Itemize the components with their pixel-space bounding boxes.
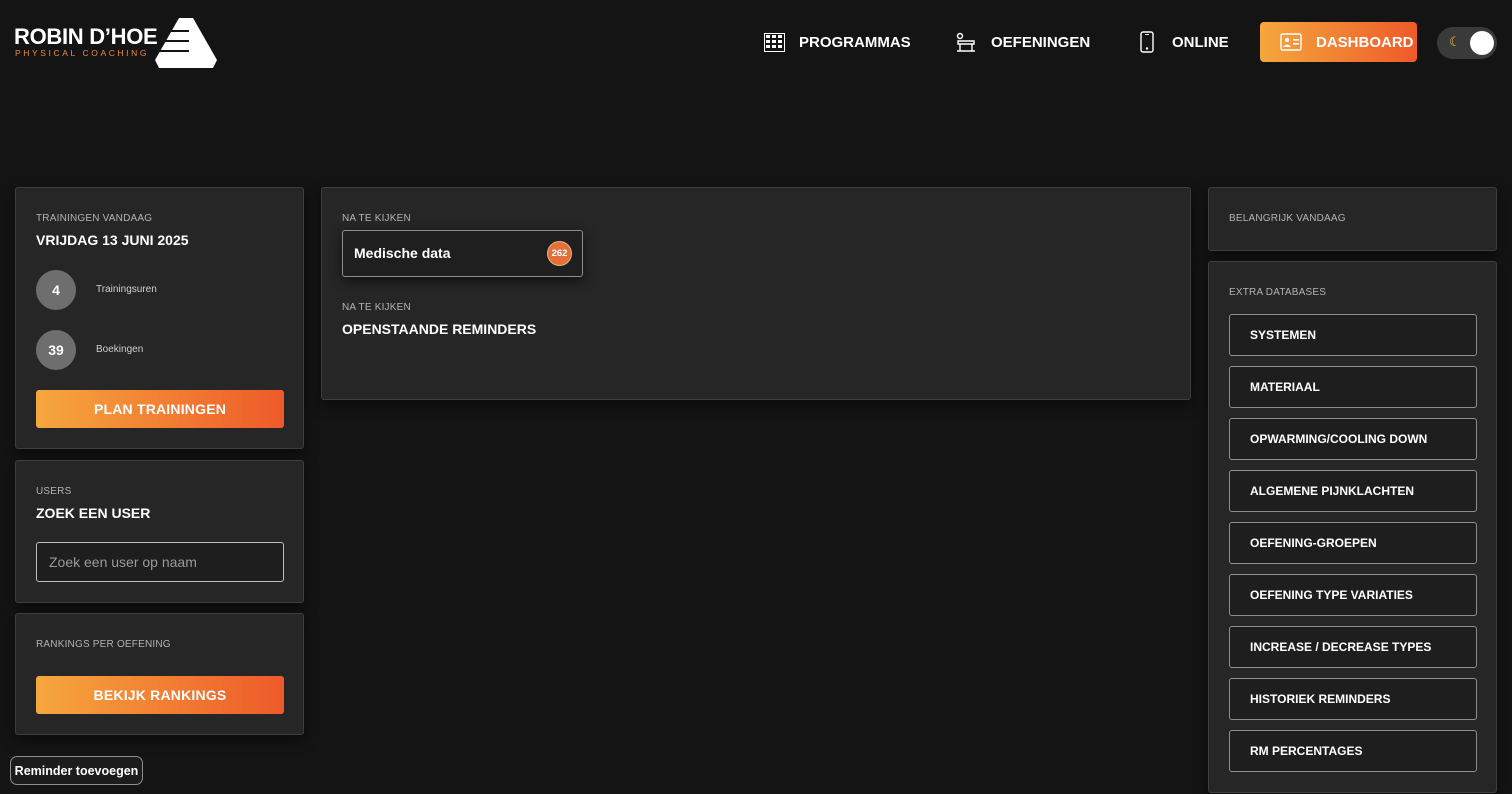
belangrijk-card: BELANGRIJK VANDAAG [1208,187,1497,251]
trainingen-date: VRIJDAG 13 JUNI 2025 [36,232,189,248]
db-rm-percentages-button[interactable]: RM PERCENTAGES [1229,730,1477,772]
medische-data-label: Medische data [354,245,451,261]
nav-online[interactable]: ONLINE [1136,22,1229,62]
users-eyebrow: USERS [36,486,72,497]
phone-icon [1136,31,1158,53]
db-type-variaties-button[interactable]: OEFENING TYPE VARIATIES [1229,574,1477,616]
trainingen-eyebrow: TRAININGEN VANDAAG [36,213,153,224]
user-search-input[interactable] [36,542,284,582]
logo-title: ROBIN D’HOE [14,24,158,49]
top-navbar: ROBIN D’HOE PHYSICAL COACHING PROGRAMMAS [0,0,1512,86]
db-pijnklachten-button[interactable]: ALGEMENE PIJNKLACHTEN [1229,470,1477,512]
plan-trainingen-button[interactable]: PLAN TRAININGEN [36,390,284,428]
stat-boekingen-label: Boekingen [96,344,144,355]
db-systemen-button[interactable]: SYSTEMEN [1229,314,1477,356]
nav-programmas[interactable]: PROGRAMMAS [763,22,911,62]
nav-dashboard[interactable]: DASHBOARD [1260,22,1417,62]
nav-programmas-label: PROGRAMMAS [799,33,911,51]
moon-icon: ☾ [1449,34,1461,49]
theme-toggle[interactable]: ☾ [1437,27,1497,59]
extra-databases-eyebrow: EXTRA DATABASES [1229,287,1327,298]
users-card: USERS ZOEK EEN USER [15,460,304,603]
nav-oefeningen[interactable]: OEFENINGEN [955,22,1090,62]
extra-databases-card: EXTRA DATABASES SYSTEMEN MATERIAAL OPWAR… [1208,261,1497,793]
bench-icon [955,31,977,53]
belangrijk-eyebrow: BELANGRIJK VANDAAG [1229,213,1346,224]
nav-online-label: ONLINE [1172,33,1229,51]
db-historiek-reminders-button[interactable]: HISTORIEK REMINDERS [1229,678,1477,720]
users-title: ZOEK EEN USER [36,505,151,521]
db-oefening-groepen-button[interactable]: OEFENING-GROEPEN [1229,522,1477,564]
rankings-eyebrow: RANKINGS PER OEFENING [36,639,171,650]
nav-dashboard-label: DASHBOARD [1316,33,1414,51]
review-card: NA TE KIJKEN Medische data 262 NA TE KIJ… [321,187,1191,400]
medische-data-count-badge: 262 [547,241,572,266]
reminder-toevoegen-button[interactable]: Reminder toevoegen [10,756,143,785]
toggle-knob [1470,31,1494,55]
calendar-grid-icon [763,31,785,53]
logo-subtitle: PHYSICAL COACHING [15,48,150,58]
db-materiaal-button[interactable]: MATERIAAL [1229,366,1477,408]
nav-oefeningen-label: OEFENINGEN [991,33,1091,51]
medische-data-button[interactable]: Medische data 262 [342,230,583,277]
db-increase-decrease-button[interactable]: INCREASE / DECREASE TYPES [1229,626,1477,668]
rankings-card: RANKINGS PER OEFENING BEKIJK RANKINGS [15,613,304,735]
trainingen-card: TRAININGEN VANDAAG VRIJDAG 13 JUNI 2025 … [15,187,304,449]
reminders-eyebrow: NA TE KIJKEN [342,302,411,313]
openstaande-reminders-title: OPENSTAANDE REMINDERS [342,321,537,337]
pyramid-logo-icon [155,18,217,68]
db-opwarming-button[interactable]: OPWARMING/COOLING DOWN [1229,418,1477,460]
stat-trainingsuren-label: Trainingsuren [96,284,157,295]
bekijk-rankings-button[interactable]: BEKIJK RANKINGS [36,676,284,714]
stat-trainingsuren-value: 4 [36,270,76,310]
id-card-icon [1280,31,1302,53]
review-eyebrow: NA TE KIJKEN [342,213,411,224]
brand-logo[interactable]: ROBIN D’HOE PHYSICAL COACHING [14,18,218,68]
stat-boekingen-value: 39 [36,330,76,370]
